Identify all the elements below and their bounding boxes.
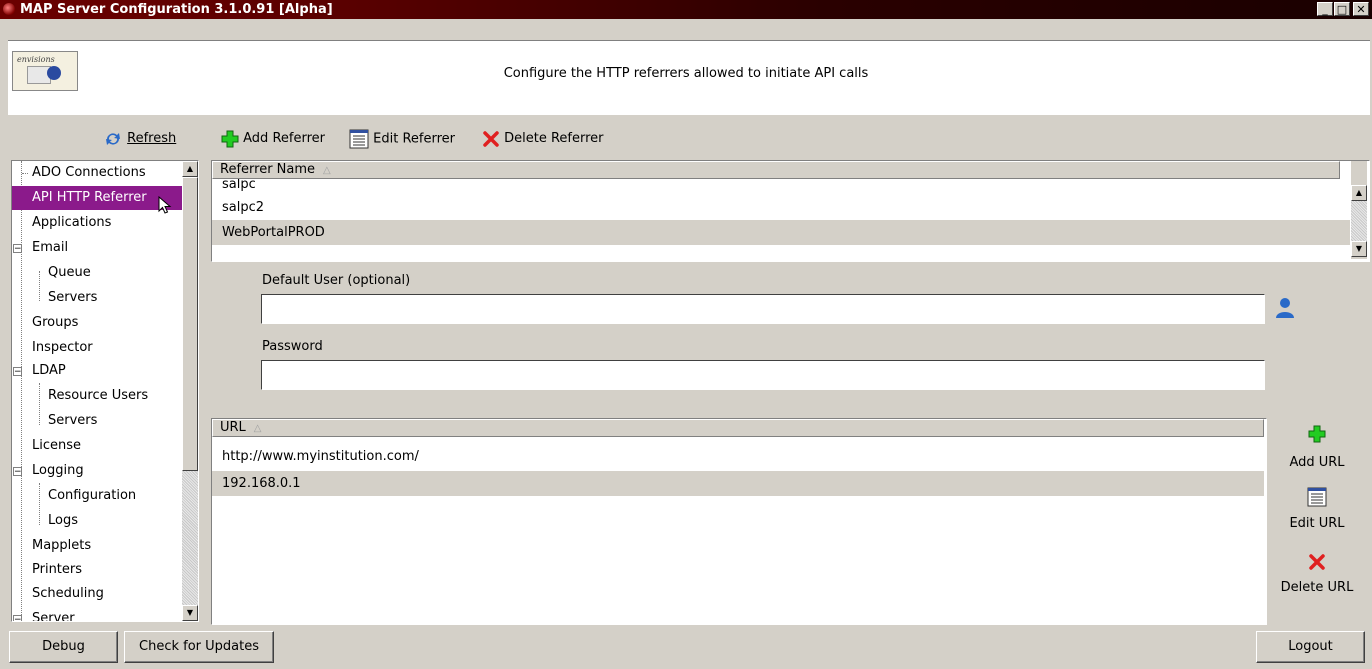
refresh-button[interactable]: Refresh	[103, 129, 176, 149]
referrer-scrollbar[interactable]: ▲ ▼	[1351, 161, 1367, 259]
table-row[interactable]: WebPortalPROD	[212, 220, 1350, 245]
tree-item-email-servers[interactable]: Servers	[40, 286, 180, 310]
tree-item-ldap-servers[interactable]: Servers	[40, 409, 180, 433]
tree-item-ado-connections[interactable]: ADO Connections	[22, 161, 182, 185]
navigation-tree[interactable]: ADO Connections API HTTP Referrer Applic…	[11, 160, 199, 622]
collapse-icon: −	[13, 244, 22, 254]
tree-item-scheduling[interactable]: Scheduling	[22, 582, 182, 606]
url-table[interactable]: URL △ http://www.myinstitution.com/ 192.1…	[211, 418, 1267, 625]
tree-item-logging[interactable]: − Logging	[12, 459, 182, 483]
tree-item-ldap[interactable]: − LDAP	[12, 359, 182, 383]
default-user-input[interactable]	[261, 294, 1265, 324]
user-lookup-icon[interactable]	[1274, 296, 1296, 320]
tree-item-mapplets[interactable]: Mapplets	[22, 534, 182, 558]
scroll-down-icon[interactable]: ▼	[182, 605, 198, 621]
refresh-icon	[106, 132, 120, 145]
scroll-down-icon[interactable]: ▼	[1351, 241, 1367, 257]
add-url-button[interactable]: Add URL	[1272, 425, 1362, 470]
title-bar[interactable]: MAP Server Configuration 3.1.0.91 [Alpha…	[0, 0, 1372, 19]
table-row[interactable]: http://www.myinstitution.com/	[212, 444, 1264, 469]
check-for-updates-button[interactable]: Check for Updates	[124, 631, 274, 663]
logo-text: envisions	[17, 55, 55, 64]
add-referrer-label: Add Referrer	[243, 131, 325, 146]
edit-url-button[interactable]: Edit URL	[1272, 487, 1362, 531]
scroll-up-icon[interactable]: ▲	[182, 161, 198, 177]
table-row[interactable]: salpc	[212, 179, 1350, 195]
sort-icon: △	[253, 423, 262, 434]
add-referrer-button[interactable]: Add Referrer	[221, 129, 325, 149]
tree-item-email-queue[interactable]: Queue	[40, 261, 180, 285]
collapse-icon: −	[13, 615, 22, 622]
tree-item-license[interactable]: License	[22, 434, 182, 458]
url-column-header[interactable]: URL △	[212, 419, 1264, 437]
edit-referrer-label: Edit Referrer	[373, 131, 455, 147]
tree-item-groups[interactable]: Groups	[22, 311, 182, 335]
referrer-name-column-header[interactable]: Referrer Name △	[212, 161, 1340, 179]
delete-icon	[1309, 554, 1325, 570]
delete-url-label: Delete URL	[1280, 580, 1354, 595]
close-button[interactable]: ✕	[1353, 2, 1369, 16]
collapse-icon: −	[13, 367, 22, 377]
app-icon	[3, 3, 15, 15]
add-url-label: Add URL	[1289, 455, 1345, 470]
referrer-table[interactable]: Referrer Name △ salpc salpc2 WebPortalPRO…	[211, 160, 1370, 262]
tree-item-applications[interactable]: Applications	[22, 211, 182, 235]
sort-icon: △	[323, 165, 331, 176]
window-title: MAP Server Configuration 3.1.0.91 [Alpha…	[20, 2, 333, 17]
tree-item-logging-logs[interactable]: Logs	[40, 509, 180, 533]
add-icon	[1308, 425, 1326, 443]
delete-url-button[interactable]: Delete URL	[1272, 553, 1362, 595]
scroll-track[interactable]	[182, 471, 198, 605]
add-icon	[221, 130, 239, 147]
debug-button[interactable]: Debug	[9, 631, 118, 663]
tree-item-email[interactable]: − Email	[12, 236, 182, 260]
tree-item-logging-configuration[interactable]: Configuration	[40, 484, 180, 508]
maximize-button[interactable]: □	[1334, 2, 1350, 16]
scroll-up-icon[interactable]: ▲	[1351, 185, 1367, 201]
password-input[interactable]	[261, 360, 1265, 390]
delete-referrer-label: Delete Referrer	[504, 131, 604, 146]
edit-list-icon	[349, 129, 369, 149]
tree-item-server[interactable]: − Server	[12, 607, 182, 622]
table-row[interactable]: salpc2	[212, 195, 1350, 220]
refresh-label: Refresh	[127, 131, 177, 146]
minimize-button[interactable]: _	[1317, 2, 1333, 16]
table-row[interactable]: 192.168.0.1	[212, 471, 1264, 496]
scroll-thumb[interactable]	[182, 177, 198, 471]
tree-item-api-http-referrer[interactable]: API HTTP Referrer	[12, 186, 182, 210]
page-description: Configure the HTTP referrers allowed to …	[503, 66, 869, 81]
collapse-icon: −	[13, 467, 22, 477]
edit-list-icon	[1307, 487, 1327, 507]
delete-icon	[483, 130, 499, 147]
tree-item-printers[interactable]: Printers	[22, 558, 182, 582]
logout-button[interactable]: Logout	[1256, 631, 1365, 663]
tree-scrollbar[interactable]: ▲ ▼	[182, 161, 198, 621]
delete-referrer-button[interactable]: Delete Referrer	[482, 129, 604, 149]
tree-item-inspector[interactable]: Inspector	[22, 336, 182, 360]
tree-item-ldap-resource-users[interactable]: Resource Users	[40, 384, 180, 408]
edit-referrer-button[interactable]: Edit Referrer	[349, 129, 455, 149]
edit-url-label: Edit URL	[1289, 516, 1345, 531]
password-label: Password	[262, 339, 323, 354]
default-user-label: Default User (optional)	[262, 273, 411, 288]
